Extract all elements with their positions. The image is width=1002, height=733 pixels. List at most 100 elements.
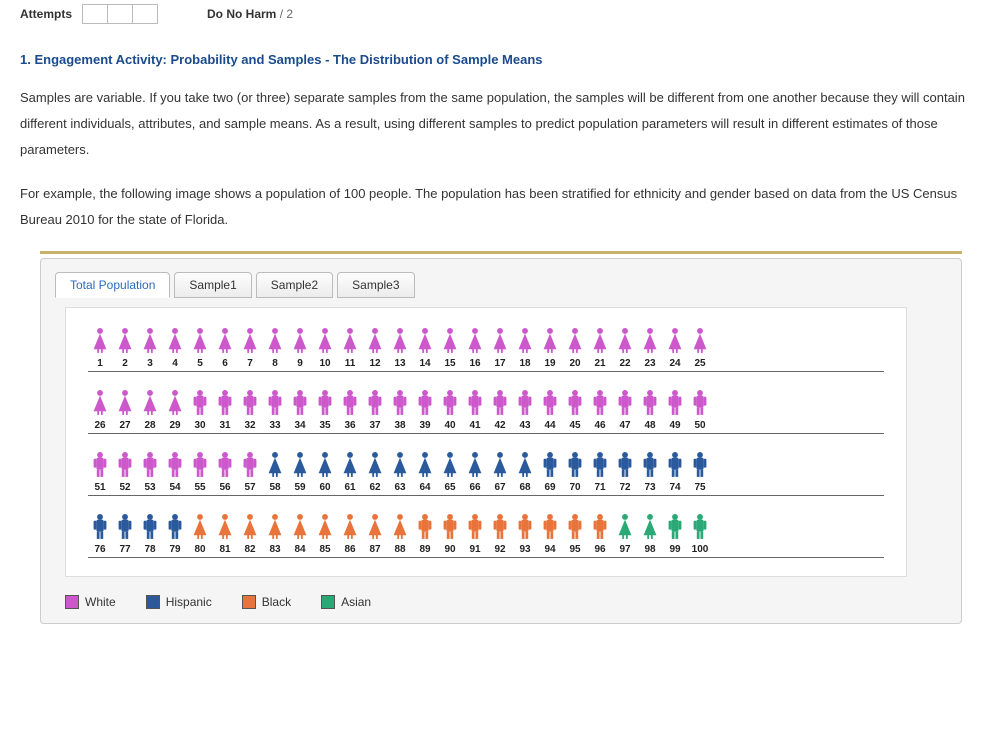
- person-number: 50: [688, 420, 712, 431]
- person-icon: [613, 512, 637, 542]
- person-icon: [488, 388, 512, 418]
- person-icon: [438, 326, 462, 356]
- person-number: 10: [313, 358, 337, 369]
- person-icon: [413, 450, 437, 480]
- attempt-box[interactable]: [82, 4, 108, 24]
- person-number: 93: [513, 544, 537, 555]
- legend-swatch: [321, 595, 335, 609]
- person-number: 67: [488, 482, 512, 493]
- population-number-row: 1234567891011121314151617181920212223242…: [88, 358, 884, 372]
- person-number: 6: [213, 358, 237, 369]
- person-number: 4: [163, 358, 187, 369]
- person-number: 21: [588, 358, 612, 369]
- person-icon: [188, 512, 212, 542]
- population-number-row: 5152535455565758596061626364656667686970…: [88, 482, 884, 496]
- question-title: 1. Engagement Activity: Probability and …: [20, 52, 982, 67]
- person-icon: [213, 326, 237, 356]
- person-icon: [563, 326, 587, 356]
- person-icon: [488, 326, 512, 356]
- person-icon: [388, 388, 412, 418]
- person-icon: [113, 388, 137, 418]
- person-icon: [688, 450, 712, 480]
- person-icon: [388, 450, 412, 480]
- person-icon: [138, 512, 162, 542]
- legend-swatch: [65, 595, 79, 609]
- person-icon: [288, 450, 312, 480]
- person-icon: [263, 450, 287, 480]
- person-icon: [588, 450, 612, 480]
- person-icon: [263, 512, 287, 542]
- person-icon: [513, 388, 537, 418]
- person-number: 81: [213, 544, 237, 555]
- person-number: 8: [263, 358, 287, 369]
- person-icon: [538, 450, 562, 480]
- person-icon: [388, 326, 412, 356]
- person-icon: [538, 512, 562, 542]
- person-number: 77: [113, 544, 137, 555]
- activity-wrap: Total PopulationSample1Sample2Sample3 12…: [40, 251, 962, 624]
- person-number: 84: [288, 544, 312, 555]
- tab-sample2[interactable]: Sample2: [256, 272, 333, 298]
- person-number: 34: [288, 420, 312, 431]
- person-icon: [613, 388, 637, 418]
- person-number: 92: [488, 544, 512, 555]
- person-number: 33: [263, 420, 287, 431]
- person-icon: [463, 326, 487, 356]
- legend-item-asian: Asian: [321, 595, 371, 609]
- person-icon: [688, 388, 712, 418]
- person-number: 31: [213, 420, 237, 431]
- person-icon: [438, 512, 462, 542]
- person-icon: [413, 512, 437, 542]
- person-number: 98: [638, 544, 662, 555]
- person-icon: [238, 512, 262, 542]
- person-icon: [688, 512, 712, 542]
- person-number: 58: [263, 482, 287, 493]
- person-number: 87: [363, 544, 387, 555]
- person-icon: [138, 388, 162, 418]
- person-icon: [213, 388, 237, 418]
- tab-sample1[interactable]: Sample1: [174, 272, 251, 298]
- person-number: 48: [638, 420, 662, 431]
- person-number: 47: [613, 420, 637, 431]
- person-icon: [138, 326, 162, 356]
- person-number: 53: [138, 482, 162, 493]
- person-icon: [238, 450, 262, 480]
- person-number: 3: [138, 358, 162, 369]
- person-number: 2: [113, 358, 137, 369]
- person-number: 35: [313, 420, 337, 431]
- person-number: 55: [188, 482, 212, 493]
- attempts-label: Attempts: [20, 7, 72, 21]
- person-icon: [313, 512, 337, 542]
- person-number: 39: [413, 420, 437, 431]
- person-icon: [363, 388, 387, 418]
- person-number: 74: [663, 482, 687, 493]
- person-number: 11: [338, 358, 362, 369]
- legend-label: Hispanic: [166, 595, 212, 609]
- legend-item-hispanic: Hispanic: [146, 595, 212, 609]
- person-icon: [338, 512, 362, 542]
- population-row: [88, 450, 884, 480]
- person-number: 89: [413, 544, 437, 555]
- person-number: 52: [113, 482, 137, 493]
- attempt-box[interactable]: [107, 4, 133, 24]
- person-icon: [638, 512, 662, 542]
- person-number: 46: [588, 420, 612, 431]
- tab-total-population[interactable]: Total Population: [55, 272, 170, 298]
- tab-sample3[interactable]: Sample3: [337, 272, 414, 298]
- attempt-box[interactable]: [132, 4, 158, 24]
- legend-label: White: [85, 595, 116, 609]
- person-icon: [113, 512, 137, 542]
- person-number: 85: [313, 544, 337, 555]
- person-icon: [313, 326, 337, 356]
- person-number: 22: [613, 358, 637, 369]
- person-number: 20: [563, 358, 587, 369]
- legend-item-black: Black: [242, 595, 291, 609]
- population-grid: 1234567891011121314151617181920212223242…: [65, 307, 907, 577]
- person-number: 56: [213, 482, 237, 493]
- person-icon: [538, 326, 562, 356]
- legend: White Hispanic Black Asian: [65, 595, 947, 609]
- person-number: 43: [513, 420, 537, 431]
- population-number-row: 7677787980818283848586878889909192939495…: [88, 544, 884, 558]
- person-number: 83: [263, 544, 287, 555]
- person-icon: [663, 512, 687, 542]
